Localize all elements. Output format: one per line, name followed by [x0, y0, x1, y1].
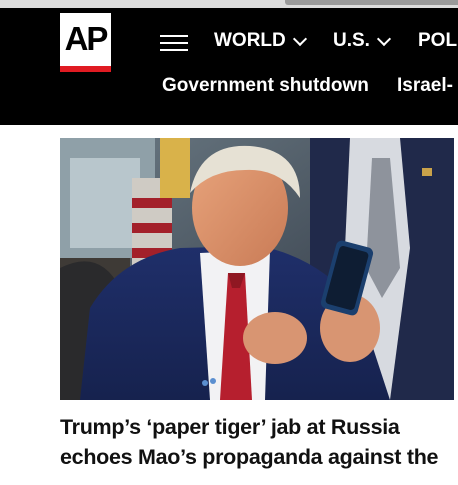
ap-logo[interactable]: AP: [60, 13, 111, 72]
trending-link-israel[interactable]: Israel-: [397, 75, 453, 97]
browser-scroll-indicator[interactable]: [285, 0, 458, 5]
nav-item-world[interactable]: WORLD: [214, 30, 307, 52]
browser-chrome-strip: [0, 0, 458, 8]
nav-item-politics[interactable]: POLI: [418, 30, 458, 52]
logo-text: AP: [64, 19, 109, 57]
article-hero-image[interactable]: [60, 138, 454, 400]
nav-item-label: U.S.: [333, 30, 370, 51]
article-headline[interactable]: Trump’s ‘paper tiger’ jab at Russia echo…: [60, 412, 458, 472]
nav-item-label: WORLD: [214, 30, 286, 51]
trending-link-government-shutdown[interactable]: Government shutdown: [162, 75, 369, 97]
nav-item-us[interactable]: U.S.: [333, 30, 392, 52]
chevron-down-icon: [292, 31, 307, 46]
menu-icon[interactable]: [160, 35, 188, 51]
chevron-down-icon: [376, 31, 392, 46]
site-header: AP WORLD U.S. POLI Government shutdown I…: [0, 8, 458, 125]
photo-illustration: [60, 138, 454, 400]
nav-item-label: POLI: [418, 30, 458, 51]
